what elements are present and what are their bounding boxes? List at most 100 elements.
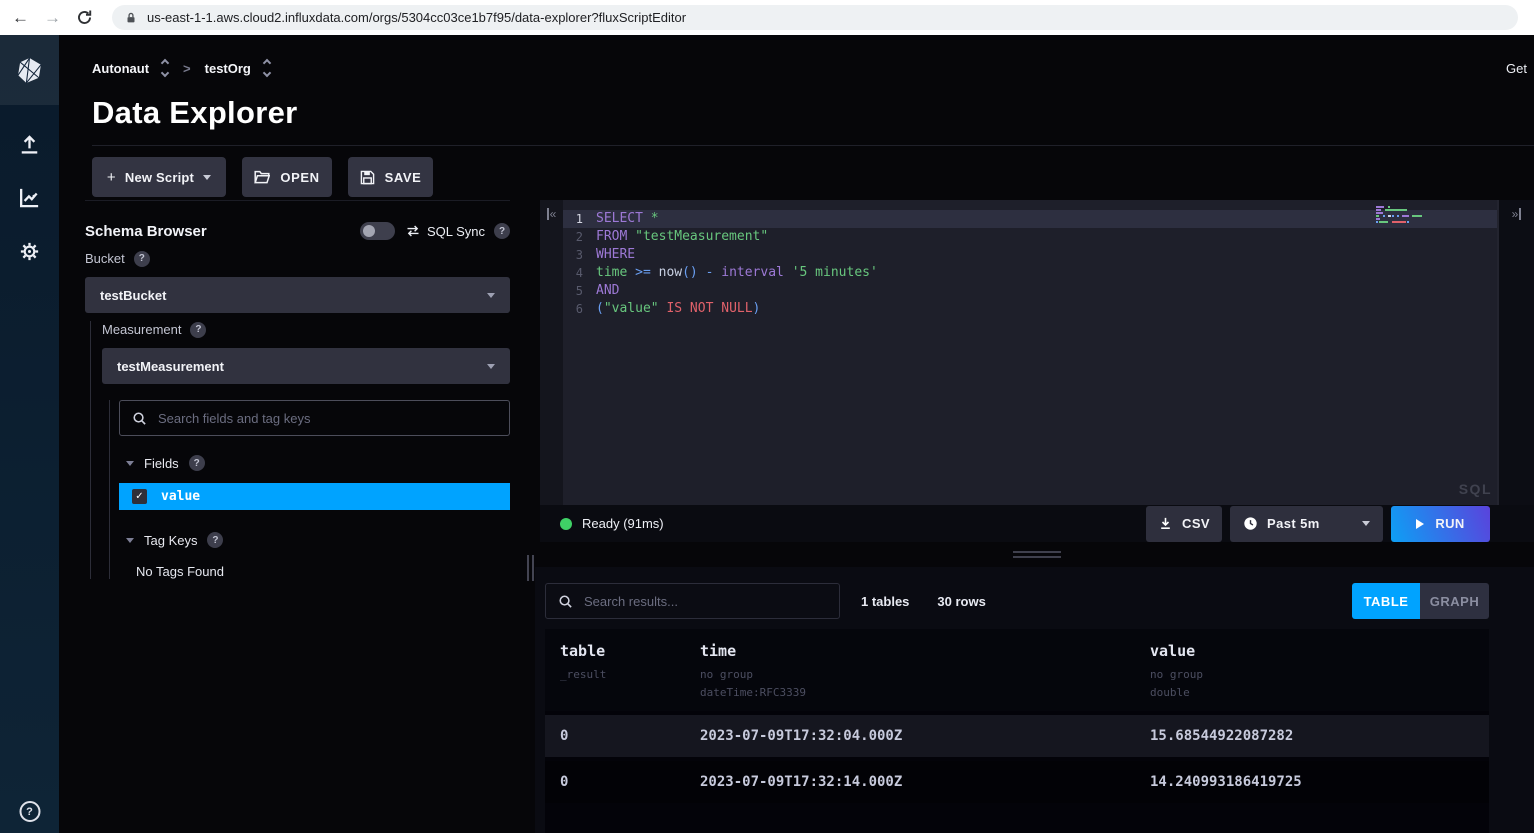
table-view-button[interactable]: TABLE — [1352, 583, 1420, 619]
suborg-switcher-icon[interactable] — [264, 60, 270, 76]
bucket-help-icon[interactable]: ? — [134, 251, 150, 267]
collapse-caret-icon — [126, 538, 134, 543]
code-token: "value" — [604, 301, 659, 316]
code-token: now — [659, 265, 682, 280]
breadcrumb: Autonaut > testOrg Get — [92, 55, 1527, 81]
table-row[interactable]: 02023-07-09T17:32:14.000Z14.240993186419… — [545, 761, 1489, 803]
code-line[interactable]: 5 AND — [563, 282, 1497, 300]
sql-sync-help-icon[interactable]: ? — [494, 223, 510, 239]
checkbox[interactable]: ✓ — [132, 489, 147, 504]
fields-help-icon[interactable]: ? — [189, 455, 205, 471]
code-text: AND — [596, 282, 619, 300]
code-token: IS NOT NULL — [666, 301, 752, 316]
measurement-dropdown[interactable]: testMeasurement — [102, 348, 510, 384]
minimap-mark — [1379, 221, 1388, 223]
minimap-mark — [1376, 221, 1378, 223]
code-text: ("value" IS NOT NULL) — [596, 300, 760, 318]
measurement-value: testMeasurement — [117, 359, 224, 374]
org-switcher-icon[interactable] — [162, 60, 168, 76]
column-sub-label: double — [1150, 686, 1489, 699]
schema-search-input[interactable] — [158, 411, 497, 426]
results-search-input[interactable] — [584, 594, 827, 609]
save-button[interactable]: SAVE — [348, 157, 433, 197]
table-cell: 2023-07-09T17:32:04.000Z — [700, 728, 1150, 744]
code-line[interactable]: 3WHERE — [563, 246, 1497, 264]
measurement-help-icon[interactable]: ? — [190, 322, 206, 338]
influxdb-logo[interactable] — [0, 35, 59, 105]
code-token: "testMeasurement" — [635, 229, 768, 244]
sql-sync-toggle[interactable] — [360, 222, 395, 240]
bucket-dropdown[interactable]: testBucket — [85, 277, 510, 313]
csv-button[interactable]: CSV — [1146, 506, 1222, 542]
tag-keys-label: Tag Keys — [144, 533, 197, 548]
column-header[interactable]: valueno groupdouble — [1150, 642, 1489, 699]
code-token: SELECT — [596, 211, 643, 226]
code-text: SELECT * — [596, 210, 659, 228]
expand-panel-icon[interactable]: » — [1512, 208, 1522, 220]
tag-keys-help-icon[interactable]: ? — [207, 532, 223, 548]
minimap-mark — [1400, 215, 1401, 217]
table-cell: 2023-07-09T17:32:14.000Z — [700, 774, 1150, 790]
field-row-value[interactable]: ✓value — [119, 483, 510, 510]
column-name: value — [1150, 642, 1489, 660]
code-token: () — [682, 265, 698, 280]
minimap-mark — [1397, 215, 1398, 217]
help-button[interactable]: ? — [19, 801, 40, 822]
collapse-left-icon[interactable]: « — [547, 208, 557, 220]
column-header[interactable]: timeno groupdateTime:RFC3339 — [700, 642, 1150, 699]
minimap-mark — [1412, 215, 1422, 217]
url-bar[interactable]: us-east-1-1.aws.cloud2.influxdata.com/or… — [112, 5, 1518, 30]
field-list: ✓value — [119, 483, 510, 510]
new-script-button[interactable]: + New Script — [92, 157, 226, 197]
table-cell: 14.240993186419725 — [1150, 774, 1489, 790]
horizontal-splitter-handle[interactable] — [540, 542, 1534, 567]
back-button[interactable]: ← — [12, 9, 29, 26]
sql-editor[interactable]: « 1SELECT *2FROM "testMeasurement"3WHERE… — [540, 200, 1534, 505]
table-row[interactable]: 02023-07-09T17:32:04.000Z15.685449220872… — [545, 715, 1489, 757]
code-line[interactable]: 1SELECT * — [563, 210, 1497, 228]
collapse-editor-strip[interactable]: « — [540, 200, 563, 505]
minimap-mark — [1376, 218, 1380, 220]
sql-sync-icon — [406, 225, 420, 237]
browser-toolbar: ← → us-east-1-1.aws.cloud2.influxdata.co… — [0, 0, 1534, 35]
minimap-line — [1376, 209, 1422, 211]
minimap-mark — [1386, 215, 1387, 217]
code-token: time — [596, 265, 627, 280]
minimap-mark — [1376, 209, 1381, 211]
line-number: 5 — [563, 282, 583, 300]
table-header: table_resulttimeno groupdateTime:RFC3339… — [545, 629, 1489, 711]
data-explorer-nav-item[interactable] — [18, 186, 41, 209]
time-range-label: Past 5m — [1267, 516, 1320, 531]
code-text: time >= now() - interval '5 minutes' — [596, 264, 878, 282]
settings-nav-item[interactable] — [18, 240, 41, 263]
code-line[interactable]: 2FROM "testMeasurement" — [563, 228, 1497, 246]
fields-section-header[interactable]: Fields ? — [119, 454, 510, 472]
measurement-section: Measurement ? testMeasurement — [90, 321, 510, 579]
refresh-button[interactable] — [76, 9, 93, 26]
code-token: '5 minutes' — [792, 265, 878, 280]
upload-nav-item[interactable] — [18, 132, 41, 155]
code-line[interactable]: 6("value" IS NOT NULL) — [563, 300, 1497, 318]
get-started-link[interactable]: Get — [1506, 61, 1527, 76]
forward-button[interactable]: → — [44, 9, 61, 26]
run-button[interactable]: RUN — [1391, 506, 1490, 542]
schema-search-box[interactable] — [119, 400, 510, 436]
code-token — [784, 265, 792, 280]
code-line[interactable]: 4time >= now() - interval '5 minutes' — [563, 264, 1497, 282]
results-table: table_resulttimeno groupdateTime:RFC3339… — [545, 629, 1489, 833]
table-cell: 0 — [560, 728, 700, 744]
org-name[interactable]: Autonaut — [92, 61, 149, 76]
code-area[interactable]: 1SELECT *2FROM "testMeasurement"3WHERE4t… — [563, 210, 1497, 318]
minimap-line — [1376, 212, 1422, 214]
code-token: interval — [721, 265, 784, 280]
vertical-splitter-handle[interactable] — [527, 555, 534, 581]
open-button[interactable]: OPEN — [242, 157, 332, 197]
column-sub-label: _result — [560, 668, 700, 681]
tag-keys-section-header[interactable]: Tag Keys ? — [119, 531, 510, 549]
graph-view-button[interactable]: GRAPH — [1420, 583, 1489, 619]
minimap[interactable] — [1376, 206, 1422, 224]
time-range-dropdown[interactable]: Past 5m — [1230, 506, 1383, 542]
column-header[interactable]: table_result — [560, 642, 700, 699]
results-search-box[interactable] — [545, 583, 840, 619]
suborg-name[interactable]: testOrg — [205, 61, 251, 76]
